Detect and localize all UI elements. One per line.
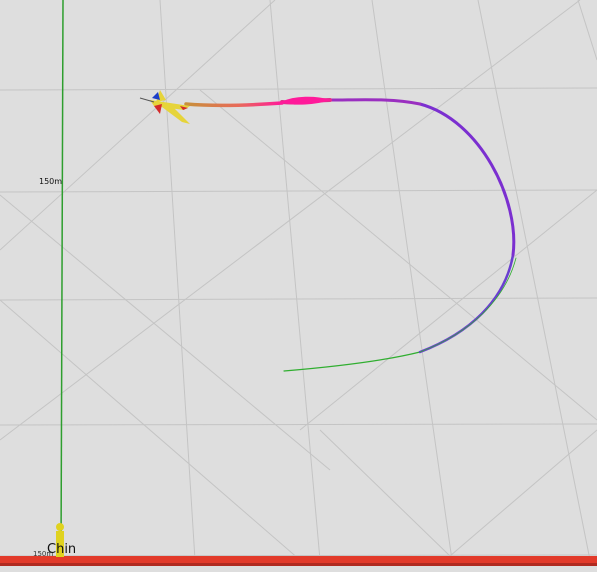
ground-plane	[0, 0, 597, 572]
pilot-name-label: Chin	[47, 542, 77, 557]
3d-scene[interactable]	[0, 0, 597, 572]
runway-edge	[0, 556, 597, 563]
altitude-marker-label: 150m	[39, 177, 63, 186]
runway-edge-shadow	[0, 563, 597, 566]
flight-sim-viewport[interactable]: 150m 150m Chin	[0, 0, 597, 572]
